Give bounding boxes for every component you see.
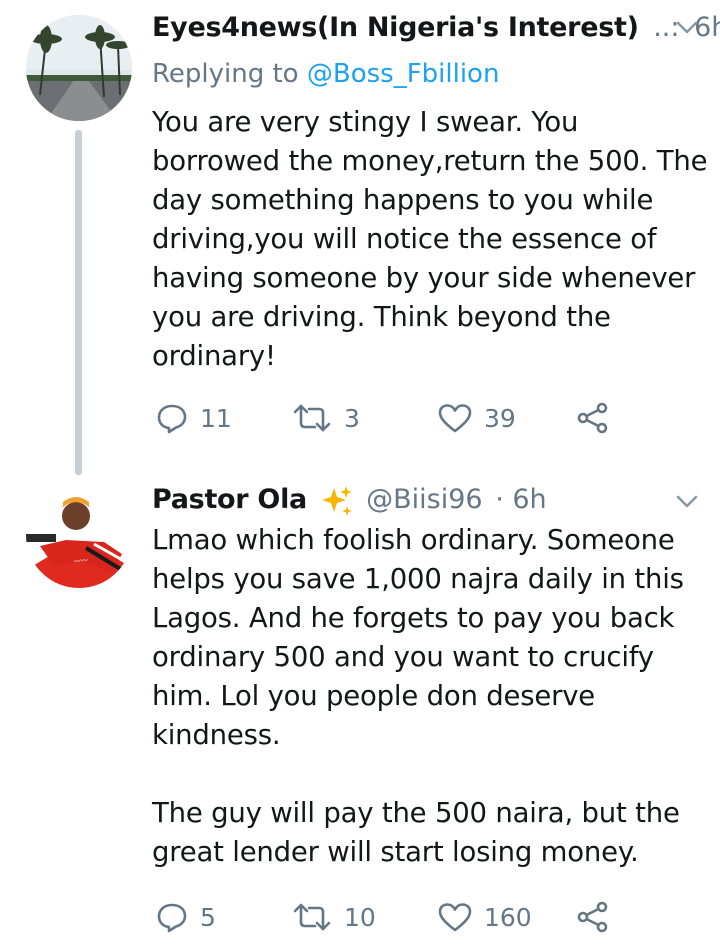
tweet-1[interactable]: Eyes4news(In Nigeria's Interest) ..: 6h … <box>0 0 720 475</box>
reply-button[interactable]: 5 <box>156 897 216 937</box>
retweet-count: 3 <box>344 403 360 433</box>
sparkles-emoji <box>320 484 354 518</box>
avatar[interactable] <box>26 15 132 121</box>
reply-icon <box>157 903 187 933</box>
share-icon <box>577 901 608 933</box>
reply-count: 11 <box>200 403 232 433</box>
display-name[interactable]: Pastor Ola <box>152 484 307 515</box>
heart-icon <box>438 903 472 932</box>
replying-to: Replying to @Boss_Fbillion <box>152 56 499 92</box>
replying-prefix: Replying to <box>152 59 299 89</box>
chevron-down-icon[interactable] <box>676 20 698 39</box>
like-button[interactable]: 39 <box>438 398 516 438</box>
retweet-button[interactable]: 10 <box>292 897 376 937</box>
like-count: 160 <box>484 902 532 932</box>
palm-tree-road-photo <box>26 15 132 121</box>
tweet-2[interactable]: 〰〰 Pastor Ola @Biisi96 · 6h Lmao which f… <box>0 470 720 950</box>
reply-button[interactable]: 11 <box>156 398 232 438</box>
display-name[interactable]: Eyes4news(In Nigeria's Interest) <box>152 12 639 43</box>
tweet-text: You are very stingy I swear. You borrowe… <box>152 106 708 372</box>
replying-handle-link[interactable]: @Boss_Fbillion <box>307 59 500 89</box>
like-button[interactable]: 160 <box>438 897 532 937</box>
avatar[interactable]: 〰〰 <box>26 482 132 588</box>
action-bar: 5 10 160 <box>152 897 632 937</box>
share-button[interactable] <box>576 897 610 937</box>
reply-count: 5 <box>200 902 216 932</box>
heart-icon <box>438 404 472 433</box>
tweet-header: Eyes4news(In Nigeria's Interest) ..: 6h <box>152 6 720 50</box>
action-bar: 11 3 39 <box>152 398 632 438</box>
person-red-outfit-photo: 〰〰 <box>26 482 132 588</box>
retweet-icon <box>293 404 331 432</box>
like-count: 39 <box>484 403 516 433</box>
tweet-text: Lmao which foolish ordinary. Someone hel… <box>152 524 684 868</box>
user-handle[interactable]: @Biisi96 <box>366 484 482 515</box>
reply-icon <box>157 404 187 434</box>
chevron-down-icon[interactable] <box>676 494 698 513</box>
timestamp[interactable]: · 6h <box>495 484 546 515</box>
retweet-button[interactable]: 3 <box>292 398 360 438</box>
tweet-header: Pastor Ola @Biisi96 · 6h <box>152 478 720 522</box>
retweet-icon <box>293 903 331 931</box>
thread-line <box>75 130 82 475</box>
share-icon <box>577 402 608 434</box>
retweet-count: 10 <box>344 902 376 932</box>
share-button[interactable] <box>576 398 610 438</box>
svg-text:〰〰: 〰〰 <box>73 557 88 566</box>
